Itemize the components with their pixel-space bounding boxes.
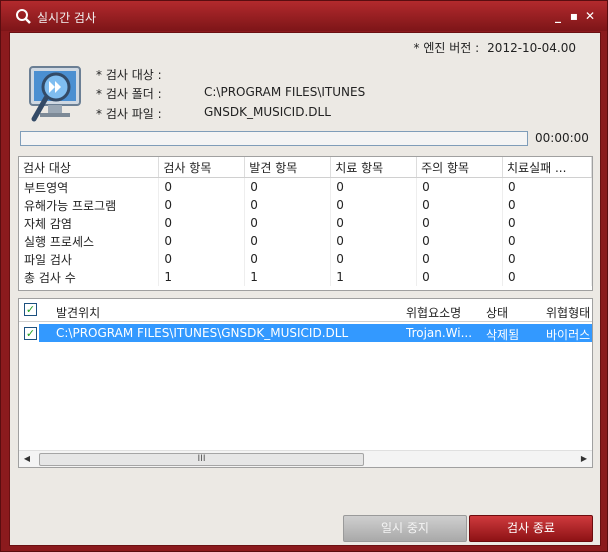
engine-version-value: 2012-10-04.00 [487, 41, 576, 55]
stats-cell: 1 [330, 268, 418, 286]
stats-cell: 0 [244, 196, 332, 214]
stats-row: 자체 감염 0 0 0 0 0 [19, 214, 592, 232]
stats-cell: 0 [502, 250, 592, 268]
col-status[interactable]: 상태 [486, 304, 508, 321]
col-found[interactable]: 발견 항목 [244, 157, 332, 178]
close-icon[interactable]: ✕ [583, 9, 597, 23]
minimize-icon[interactable]: _ [551, 9, 565, 23]
col-cured[interactable]: 치료 항목 [330, 157, 418, 178]
stats-cell: 0 [502, 232, 592, 250]
stats-row-label: 유해가능 프로그램 [19, 196, 160, 214]
scan-target-label: * 검사 대상 : [96, 68, 162, 82]
stats-row-label: 파일 검사 [19, 250, 160, 268]
stats-cell: 0 [158, 232, 246, 250]
col-scanned[interactable]: 검사 항목 [158, 157, 246, 178]
stats-cell: 0 [330, 196, 418, 214]
col-cure-failed[interactable]: 치료실패 ... [502, 157, 592, 178]
stats-header-row: 검사 대상 검사 항목 발견 항목 치료 항목 주의 항목 치료실패 ... [19, 157, 592, 178]
stats-cell: 0 [330, 177, 418, 196]
detection-row[interactable]: C:\PROGRAM FILES\ITUNES\GNSDK_MUSICID.DL… [39, 324, 592, 342]
scan-folder-label: * 검사 폴더 : [96, 87, 162, 101]
stats-cell: 0 [416, 214, 504, 232]
scan-window: 실시간 검사 _ ▪ ✕ * 엔진 버전 : 2012-10-04.00 * 검사… [0, 0, 608, 552]
window-title: 실시간 검사 [37, 11, 97, 25]
stats-cell: 0 [330, 250, 418, 268]
stats-cell: 0 [158, 177, 246, 196]
stats-row-label: 부트영역 [19, 177, 160, 196]
stats-row: 부트영역 0 0 0 0 0 [19, 177, 592, 196]
scan-target-row: * 검사 대상 : [96, 66, 162, 83]
scrollbar-thumb[interactable]: III [39, 453, 364, 466]
stats-cell: 0 [416, 232, 504, 250]
engine-version: * 엔진 버전 : 2012-10-04.00 [414, 39, 576, 56]
col-threat-name[interactable]: 위협요소명 [406, 304, 461, 321]
stats-cell: 0 [244, 177, 332, 196]
maximize-icon[interactable]: ▪ [567, 9, 581, 23]
detection-threat-name: Trojan.Wi... [406, 326, 473, 340]
stats-cell: 0 [330, 214, 418, 232]
scan-folder-value: C:\PROGRAM FILES\ITUNES [204, 85, 366, 99]
stats-cell: 1 [244, 268, 332, 286]
scan-monitor-icon [29, 66, 81, 122]
scan-file-value: GNSDK_MUSICID.DLL [204, 105, 331, 119]
stats-row-label: 실행 프로세스 [19, 232, 160, 250]
stats-cell: 0 [502, 177, 592, 196]
scroll-right-icon[interactable]: ▶ [576, 451, 592, 467]
title-bar[interactable]: 실시간 검사 _ ▪ ✕ [1, 1, 607, 31]
select-all-checkbox[interactable]: ✓ [24, 303, 37, 316]
engine-version-label: * 엔진 버전 : [413, 41, 480, 55]
scan-file-label: * 검사 파일 : [96, 107, 162, 121]
stats-cell: 0 [158, 214, 246, 232]
stats-row: 파일 검사 0 0 0 0 0 [19, 250, 592, 268]
magnifier-icon [16, 9, 31, 24]
col-warning[interactable]: 주의 항목 [416, 157, 504, 178]
detection-row-checkbox[interactable]: ✓ [24, 327, 37, 340]
scan-folder-row: * 검사 폴더 : C:\PROGRAM FILES\ITUNES [96, 85, 365, 102]
stats-cell: 0 [416, 250, 504, 268]
detection-location: C:\PROGRAM FILES\ITUNES\GNSDK_MUSICID.DL… [56, 326, 349, 340]
stats-cell: 0 [502, 214, 592, 232]
detection-status: 삭제됨 [486, 328, 520, 342]
stats-cell: 0 [502, 268, 592, 286]
detection-list: ✓ 발견위치 위협요소명 상태 위협형태 ✓ C:\PROGRAM FILES\… [18, 298, 593, 468]
detection-threat-type: 바이러스 [546, 328, 591, 342]
scan-file-row: * 검사 파일 : GNSDK_MUSICID.DLL [96, 105, 331, 122]
elapsed-time: 00:00:00 [535, 131, 589, 145]
stats-cell: 0 [416, 196, 504, 214]
scan-progress-bar [20, 131, 528, 146]
stats-cell: 0 [502, 196, 592, 214]
stats-cell: 0 [416, 177, 504, 196]
col-threat-type[interactable]: 위협형태 [546, 304, 590, 321]
stats-cell: 0 [158, 196, 246, 214]
scroll-left-icon[interactable]: ◀ [19, 451, 35, 467]
stats-cell: 1 [158, 268, 246, 286]
stats-row-label: 총 검사 수 [19, 268, 160, 286]
window-client-area: * 엔진 버전 : 2012-10-04.00 * 검사 대상 : * 검사 폴더… [9, 32, 601, 546]
end-scan-button[interactable]: 검사 종료 [469, 515, 593, 542]
stats-cell: 0 [244, 214, 332, 232]
stats-row-label: 자체 감염 [19, 214, 160, 232]
col-scan-target[interactable]: 검사 대상 [19, 157, 160, 178]
horizontal-scrollbar[interactable]: ◀ III ▶ [19, 450, 592, 467]
col-location[interactable]: 발견위치 [56, 304, 100, 321]
stats-cell: 0 [244, 232, 332, 250]
pause-button[interactable]: 일시 중지 [343, 515, 467, 542]
stats-row: 총 검사 수11100 [19, 268, 592, 286]
stats-cell: 0 [244, 250, 332, 268]
detection-header-row: ✓ 발견위치 위협요소명 상태 위협형태 [19, 299, 592, 322]
scan-stats-table: 검사 대상 검사 항목 발견 항목 치료 항목 주의 항목 치료실패 ... 부… [18, 156, 593, 291]
stats-row: 유해가능 프로그램 0 0 0 0 0 [19, 196, 592, 214]
stats-row: 실행 프로세스 0 0 0 0 0 [19, 232, 592, 250]
stats-cell: 0 [158, 250, 246, 268]
stats-cell: 0 [330, 232, 418, 250]
stats-cell: 0 [416, 268, 504, 286]
